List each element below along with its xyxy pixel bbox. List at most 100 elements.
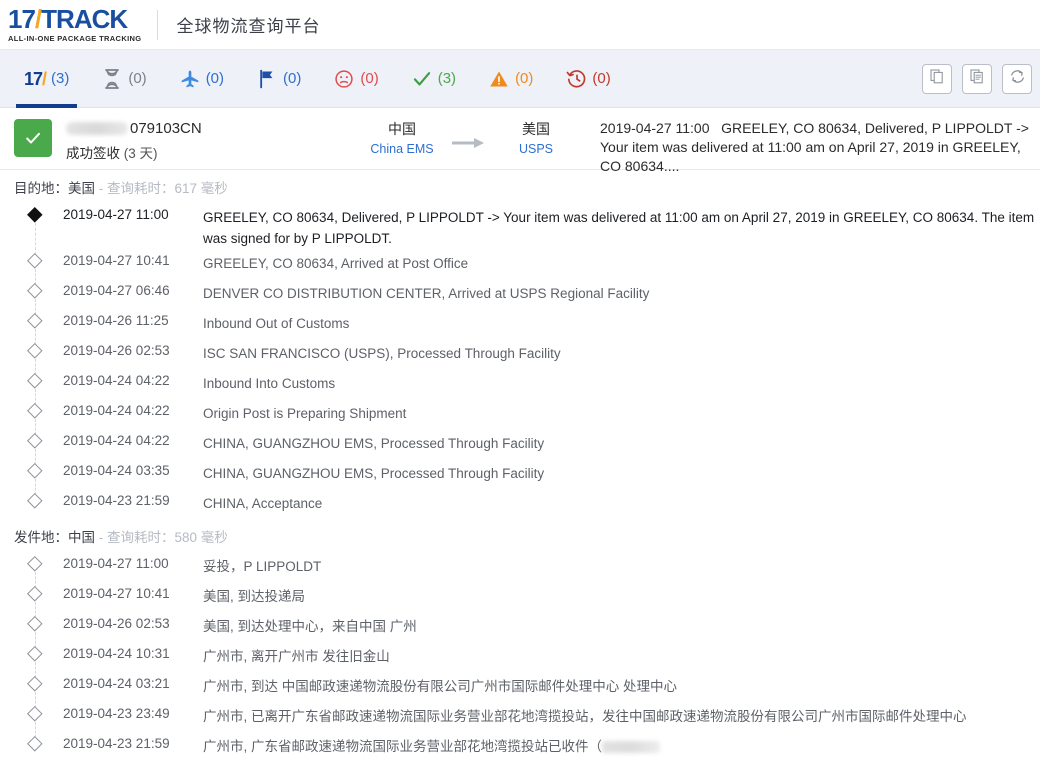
timeline-event: 2019-04-23 21:59CHINA, Acceptance — [0, 489, 1040, 519]
timeline-event: 2019-04-27 10:41GREELEY, CO 80634, Arriv… — [0, 249, 1040, 279]
event-time: 2019-04-26 11:25 — [63, 309, 203, 328]
destination-carrier[interactable]: USPS — [500, 142, 572, 156]
event-marker-icon — [27, 373, 43, 389]
event-description: 妥投，P LIPPOLDT — [203, 552, 321, 577]
carrier-route: 中国 China EMS 美国 USPS — [366, 118, 572, 156]
history-clock-icon — [565, 68, 587, 90]
tab-all-count: (3) — [51, 70, 69, 87]
status-badge — [14, 119, 52, 157]
destination-country: 美国 — [500, 119, 572, 139]
arrow-right-icon — [452, 137, 486, 149]
event-marker-icon — [27, 556, 43, 572]
event-description: GREELEY, CO 80634, Arrived at Post Offic… — [203, 249, 468, 274]
header-divider — [157, 10, 158, 40]
event-description: 广州市, 到达 中国邮政速递物流股份有限公司广州市国际邮件处理中心 处理中心 — [203, 672, 677, 697]
tab-delivered-count: (3) — [438, 70, 456, 87]
check-icon — [411, 68, 433, 90]
tracking-summary-row[interactable]: 079103CN 成功签收 (3 天) 中国 China EMS 美国 USPS… — [0, 108, 1040, 170]
copy-button[interactable] — [922, 64, 952, 94]
tracking-number-visible: 079103CN — [130, 120, 202, 137]
refresh-button[interactable] — [1002, 64, 1032, 94]
event-time: 2019-04-27 06:46 — [63, 279, 203, 298]
event-description: GREELEY, CO 80634, Delivered, P LIPPOLDT… — [203, 203, 1040, 249]
destination-query-time: - 查询耗时：617 毫秒 — [99, 181, 228, 196]
event-time: 2019-04-23 21:59 — [63, 489, 203, 508]
timeline-event: 2019-04-24 03:35CHINA, GUANGZHOU EMS, Pr… — [0, 459, 1040, 489]
event-marker-current-icon — [27, 207, 43, 223]
tab-undelivered[interactable]: (0) — [317, 50, 394, 108]
origin-value: 中国 — [68, 530, 95, 545]
tab-not-found-count: (0) — [128, 70, 146, 87]
event-description: 广州市, 广东省邮政速递物流国际业务营业部花地湾揽投站已收件（ — [203, 732, 660, 757]
event-description: 美国, 到达处理中心，来自中国 广州 — [203, 612, 417, 637]
tab-not-found[interactable]: (0) — [85, 50, 162, 108]
copy-details-button[interactable] — [962, 64, 992, 94]
toolbar-actions — [922, 64, 1032, 94]
timeline-event: 2019-04-23 21:59广州市, 广东省邮政速递物流国际业务营业部花地湾… — [0, 732, 1040, 762]
event-time: 2019-04-24 04:22 — [63, 399, 203, 418]
origin-carrier[interactable]: China EMS — [366, 142, 438, 156]
event-time: 2019-04-27 10:41 — [63, 582, 203, 601]
event-marker-icon — [27, 433, 43, 449]
event-marker-icon — [27, 706, 43, 722]
timeline-event: 2019-04-24 10:31广州市, 离开广州市 发往旧金山 — [0, 642, 1040, 672]
event-time: 2019-04-24 10:31 — [63, 642, 203, 661]
warning-icon — [488, 68, 510, 90]
event-description: Origin Post is Preparing Shipment — [203, 399, 406, 424]
status-duration: (3 天) — [124, 146, 158, 161]
origin-country: 中国 — [366, 119, 438, 139]
event-time: 2019-04-26 02:53 — [63, 612, 203, 631]
destination-block: 美国 USPS — [500, 119, 572, 156]
tab-expired[interactable]: (0) — [549, 50, 626, 108]
brand-logo[interactable]: 17/TRACK ALL-IN-ONE PACKAGE TRACKING — [8, 6, 141, 43]
timeline-event: 2019-04-27 06:46DENVER CO DISTRIBUTION C… — [0, 279, 1040, 309]
refresh-icon — [1009, 68, 1026, 90]
timeline-event: 2019-04-26 02:53ISC SAN FRANCISCO (USPS)… — [0, 339, 1040, 369]
origin-label: 发件地 — [14, 530, 55, 545]
tab-undelivered-count: (0) — [360, 70, 378, 87]
event-time: 2019-04-26 02:53 — [63, 339, 203, 358]
timeline-event: 2019-04-27 11:00妥投，P LIPPOLDT — [0, 552, 1040, 582]
event-time: 2019-04-27 11:00 — [63, 203, 203, 222]
event-description: Inbound Into Customs — [203, 369, 335, 394]
destination-value: 美国 — [68, 181, 95, 196]
event-description: 美国, 到达投递局 — [203, 582, 305, 607]
tracking-number[interactable]: 079103CN — [66, 118, 256, 138]
latest-event-summary: 2019-04-27 11:00 GREELEY, CO 80634, Deli… — [600, 118, 1032, 176]
tab-alert[interactable]: (0) — [472, 50, 549, 108]
event-description: CHINA, GUANGZHOU EMS, Processed Through … — [203, 429, 544, 454]
hourglass-icon — [101, 68, 123, 90]
copy-detail-icon — [969, 68, 985, 89]
event-description: 广州市, 已离开广东省邮政速递物流国际业务营业部花地湾揽投站，发往中国邮政速递物… — [203, 702, 967, 727]
timeline-event: 2019-04-24 04:22CHINA, GUANGZHOU EMS, Pr… — [0, 429, 1040, 459]
status-text: 成功签收 (3 天) — [66, 142, 256, 162]
tab-alert-count: (0) — [515, 70, 533, 87]
event-description: 广州市, 离开广州市 发往旧金山 — [203, 642, 390, 667]
event-time: 2019-04-27 11:00 — [63, 552, 203, 571]
tab-all[interactable]: 17/ (3) — [8, 50, 85, 108]
tracking-id-block: 079103CN 成功签收 (3 天) — [66, 118, 256, 162]
site-tagline: 全球物流查询平台 — [176, 12, 320, 37]
event-marker-icon — [27, 253, 43, 269]
tab-pickup-count: (0) — [283, 70, 301, 87]
tab-list: 17/ (3) (0) (0) — [0, 50, 627, 108]
event-time: 2019-04-23 23:49 — [63, 702, 203, 721]
event-marker-icon — [27, 736, 43, 752]
origin-event-list: 2019-04-27 11:00妥投，P LIPPOLDT2019-04-27 … — [0, 552, 1040, 762]
brand-track-text: TRACK — [41, 4, 127, 34]
event-time: 2019-04-23 21:59 — [63, 732, 203, 751]
timeline-event: 2019-04-24 03:21广州市, 到达 中国邮政速递物流股份有限公司广州… — [0, 672, 1040, 702]
timeline-event: 2019-04-26 11:25Inbound Out of Customs — [0, 309, 1040, 339]
status-tab-bar: 17/ (3) (0) (0) — [0, 50, 1040, 108]
event-marker-icon — [27, 343, 43, 359]
timeline-event: 2019-04-26 02:53美国, 到达处理中心，来自中国 广州 — [0, 612, 1040, 642]
tab-expired-count: (0) — [592, 70, 610, 87]
event-marker-icon — [27, 313, 43, 329]
origin-block: 中国 China EMS — [366, 119, 438, 156]
event-marker-icon — [27, 616, 43, 632]
event-time: 2019-04-27 10:41 — [63, 249, 203, 268]
tab-delivered[interactable]: (3) — [395, 50, 472, 108]
tab-in-transit[interactable]: (0) — [163, 50, 240, 108]
tab-pickup[interactable]: (0) — [240, 50, 317, 108]
event-description: DENVER CO DISTRIBUTION CENTER, Arrived a… — [203, 279, 649, 304]
